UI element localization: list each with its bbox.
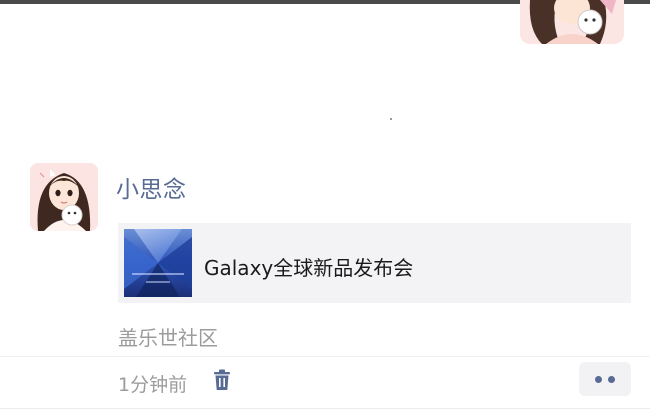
bottom-divider: [0, 408, 650, 409]
link-title: Galaxy全球新品发布会: [204, 256, 414, 280]
top-avatar[interactable]: [520, 0, 624, 44]
divider: [0, 356, 650, 357]
more-dot-icon: [595, 376, 602, 383]
author-avatar[interactable]: [30, 163, 98, 231]
avatar-illustration: [30, 163, 98, 231]
post-time: 1分钟前: [118, 374, 188, 396]
avatar-illustration: [520, 0, 624, 44]
post-source[interactable]: 盖乐世社区: [118, 322, 218, 351]
more-dot-icon: [608, 376, 615, 383]
galaxy-launch-thumbnail-icon: [124, 229, 192, 297]
author-name[interactable]: 小思念: [116, 170, 187, 204]
shared-link-card[interactable]: Galaxy全球新品发布会: [118, 223, 631, 303]
trash-icon[interactable]: [212, 369, 232, 391]
more-actions-button[interactable]: [579, 362, 631, 396]
separator-dot: [390, 118, 392, 120]
